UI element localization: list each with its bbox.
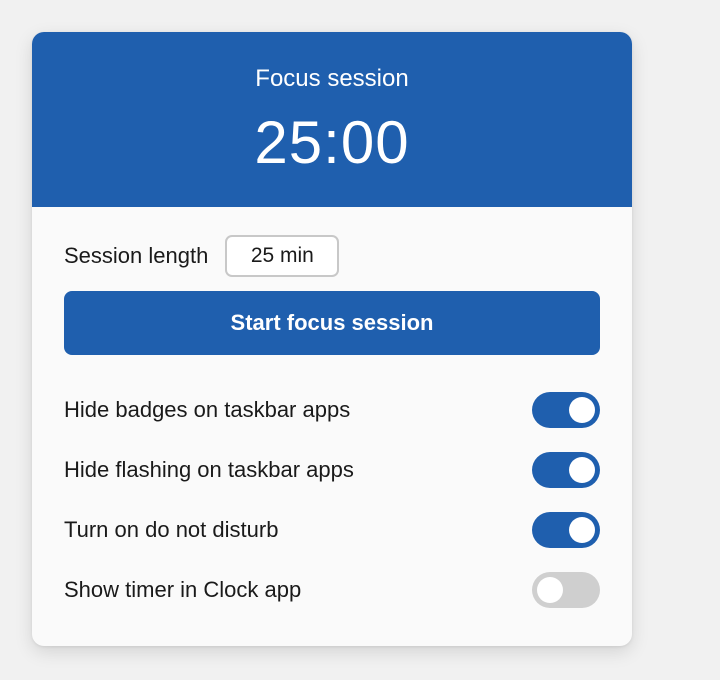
focus-session-card: Focus session 25:00 Session length 25 mi… <box>32 32 632 646</box>
session-length-label: Session length <box>64 243 209 268</box>
toggle-knob <box>569 457 595 483</box>
show-timer-toggle[interactable] <box>532 572 600 608</box>
timer-display: 25:00 <box>254 109 410 176</box>
option-hide-badges: Hide badges on taskbar apps <box>64 391 600 429</box>
session-length-input[interactable]: 25 min <box>225 235 340 277</box>
do-not-disturb-toggle[interactable] <box>532 512 600 548</box>
start-focus-session-button[interactable]: Start focus session <box>64 291 600 355</box>
option-label: Hide flashing on taskbar apps <box>64 457 354 482</box>
option-hide-flashing: Hide flashing on taskbar apps <box>64 451 600 489</box>
hide-badges-toggle[interactable] <box>532 392 600 428</box>
option-do-not-disturb: Turn on do not disturb <box>64 511 600 549</box>
toggle-knob <box>569 517 595 543</box>
option-label: Hide badges on taskbar apps <box>64 397 351 422</box>
option-label: Show timer in Clock app <box>64 577 302 602</box>
session-length-row: Session length 25 min <box>64 235 340 277</box>
focus-title: Focus session <box>255 65 409 92</box>
hide-flashing-toggle[interactable] <box>532 452 600 488</box>
toggle-knob <box>537 577 563 603</box>
focus-header: Focus session 25:00 <box>32 32 632 207</box>
toggle-knob <box>569 397 595 423</box>
option-label: Turn on do not disturb <box>64 517 279 542</box>
option-show-timer: Show timer in Clock app <box>64 571 600 609</box>
